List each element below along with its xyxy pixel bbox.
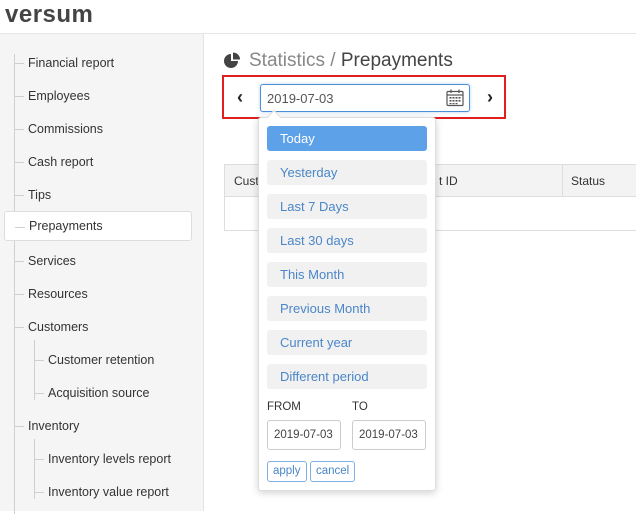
range-option-today[interactable]: Today <box>267 126 427 151</box>
to-date-input[interactable]: 2019-07-03 <box>352 420 426 450</box>
top-bar: versum <box>0 0 636 34</box>
range-option-this-month[interactable]: This Month <box>267 262 427 287</box>
next-date-button[interactable]: › <box>480 86 500 108</box>
cancel-button[interactable]: cancel <box>310 461 355 482</box>
range-option-last-7-days[interactable]: Last 7 Days <box>267 194 427 219</box>
apply-button[interactable]: apply <box>267 461 307 482</box>
range-option-previous-month[interactable]: Previous Month <box>267 296 427 321</box>
date-navigator: ‹ 2019-07-03 › <box>222 75 506 119</box>
range-option-current-year[interactable]: Current year <box>267 330 427 355</box>
from-date-input[interactable]: 2019-07-03 <box>267 420 341 450</box>
sidebar-item-cash-report[interactable]: Cash report <box>4 147 192 177</box>
range-option-last-30-days[interactable]: Last 30 days <box>267 228 427 253</box>
breadcrumb-section[interactable]: Statistics <box>249 50 325 72</box>
sidebar-item-tips[interactable]: Tips <box>4 180 192 210</box>
prev-date-button[interactable]: ‹ <box>230 86 250 108</box>
breadcrumb-page: Prepayments <box>341 50 453 72</box>
column-divider <box>562 165 563 197</box>
column-header-status[interactable]: Status <box>571 174 605 188</box>
sidebar-item-customers[interactable]: Customers <box>4 312 192 342</box>
sidebar-item-prepayments[interactable]: Prepayments <box>4 211 192 241</box>
column-header-id[interactable]: t ID <box>439 174 458 188</box>
sidebar-item-inventory[interactable]: Inventory <box>4 411 192 441</box>
sidebar-item-inventory-value-report[interactable]: Inventory value report <box>24 477 192 507</box>
pie-chart-icon <box>223 52 241 70</box>
date-input[interactable]: 2019-07-03 <box>260 84 470 112</box>
sidebar-item-inventory-levels-report[interactable]: Inventory levels report <box>24 444 192 474</box>
calendar-icon[interactable] <box>446 89 464 107</box>
to-label: TO <box>352 401 368 413</box>
sidebar: Financial report Employees Commissions C… <box>0 34 204 511</box>
range-option-yesterday[interactable]: Yesterday <box>267 160 427 185</box>
from-label: FROM <box>267 401 301 413</box>
app-logo[interactable]: versum <box>5 1 93 29</box>
date-value: 2019-07-03 <box>267 91 334 106</box>
breadcrumb-separator: / <box>325 50 341 72</box>
page-title: Statistics / Prepayments <box>223 50 453 72</box>
sidebar-item-commissions[interactable]: Commissions <box>4 114 192 144</box>
range-option-different-period[interactable]: Different period <box>267 364 427 389</box>
sidebar-item-resources[interactable]: Resources <box>4 279 192 309</box>
sidebar-item-employees[interactable]: Employees <box>4 81 192 111</box>
date-range-dropdown: Today Yesterday Last 7 Days Last 30 days… <box>258 117 436 491</box>
sidebar-item-services[interactable]: Services <box>4 246 192 276</box>
sidebar-item-acquisition-source[interactable]: Acquisition source <box>24 378 192 408</box>
sidebar-item-customer-retention[interactable]: Customer retention <box>24 345 192 375</box>
sidebar-item-financial-report[interactable]: Financial report <box>4 48 192 78</box>
